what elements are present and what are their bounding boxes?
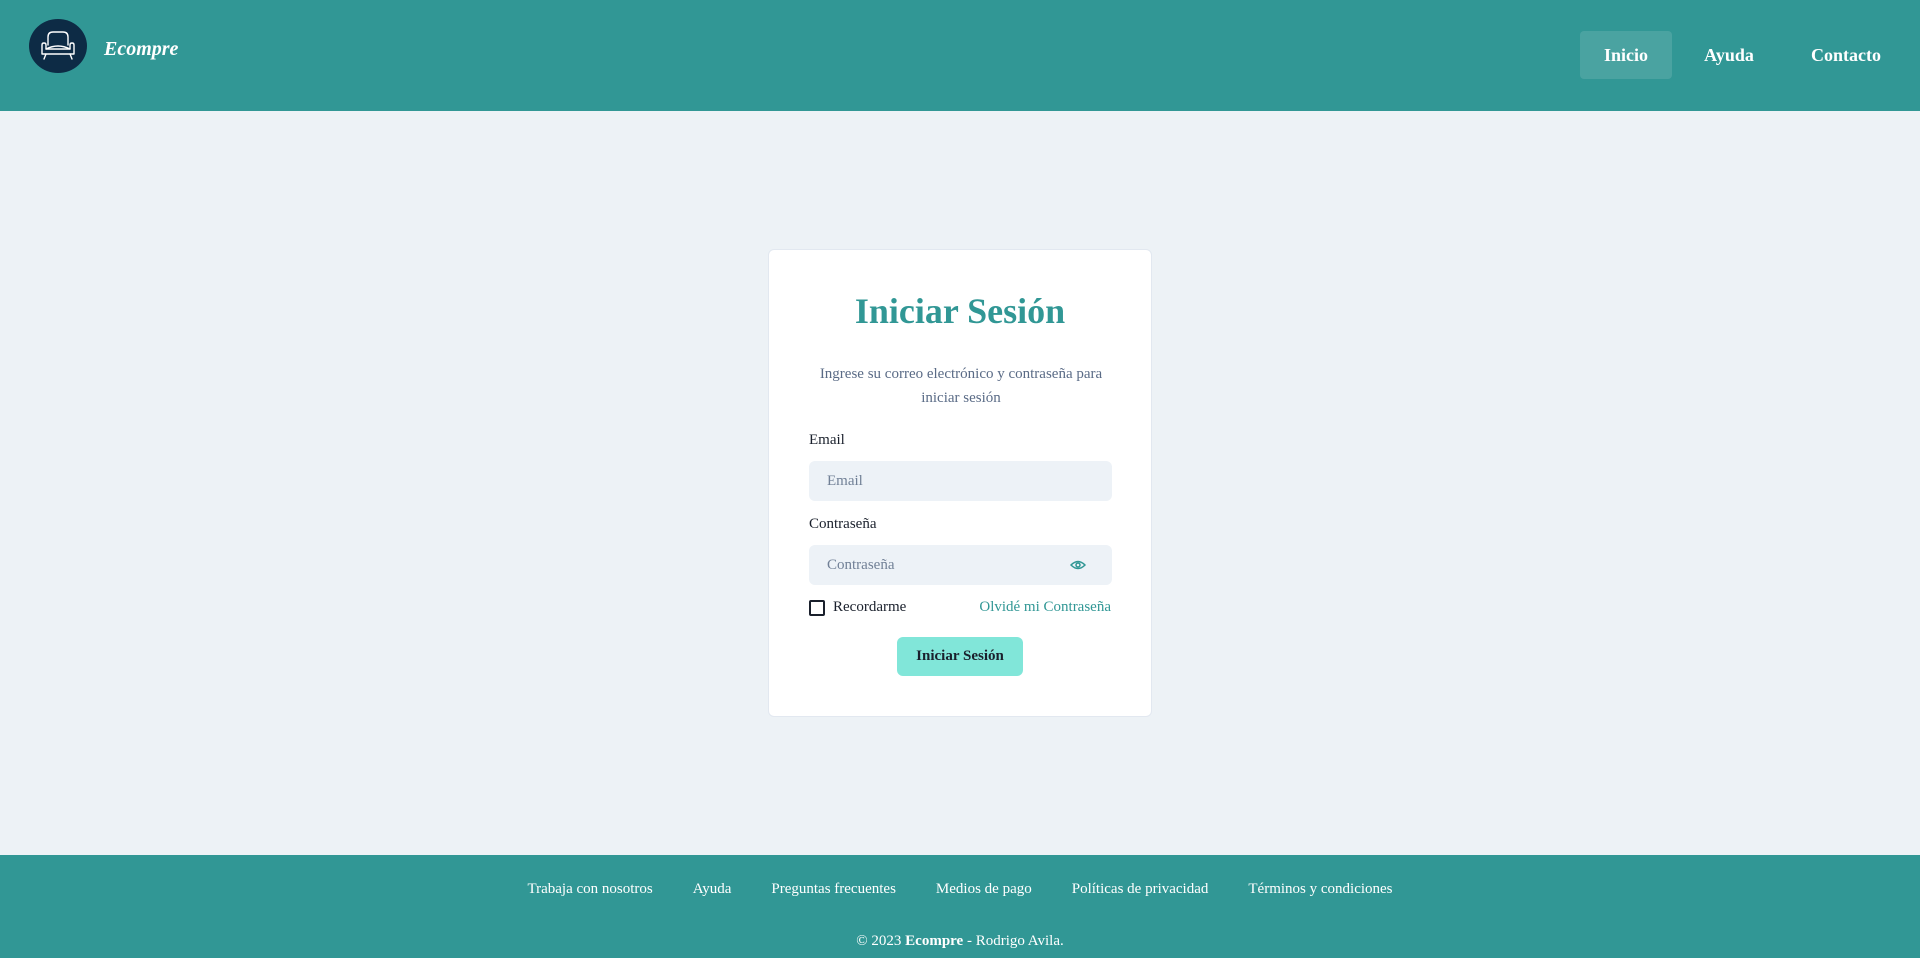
remember-me[interactable]: Recordarme (809, 599, 906, 616)
nav-ayuda[interactable]: Ayuda (1690, 31, 1768, 79)
footer-link-ayuda[interactable]: Ayuda (693, 881, 732, 898)
footer-link-trabaja[interactable]: Trabaja con nosotros (527, 881, 652, 898)
footer-link-privacidad[interactable]: Políticas de privacidad (1072, 881, 1209, 898)
footer-links: Trabaja con nosotros Ayuda Preguntas fre… (0, 881, 1920, 898)
email-label: Email (809, 432, 845, 448)
nav-contacto[interactable]: Contacto (1796, 31, 1896, 79)
password-label: Contraseña (809, 516, 877, 532)
copyright-prefix: © 2023 (856, 933, 902, 949)
login-submit-button[interactable]: Iniciar Sesión (897, 637, 1023, 676)
login-subtitle: Ingrese su correo electrónico y contrase… (819, 366, 1103, 406)
copyright-brand: Ecompre (905, 933, 964, 949)
remember-checkbox[interactable] (809, 599, 825, 616)
footer-link-terminos[interactable]: Términos y condiciones (1248, 881, 1392, 898)
remember-label: Recordarme (833, 599, 907, 615)
copyright-suffix: - Rodrigo Avila. (966, 933, 1064, 949)
nav-inicio[interactable]: Inicio (1580, 31, 1672, 79)
forgot-password-link[interactable]: Olvidé mi Contraseña (979, 599, 1111, 616)
login-card: Iniciar Sesión Ingrese su correo electró… (768, 249, 1152, 717)
login-title: Iniciar Sesión (854, 291, 1066, 331)
eye-icon[interactable] (1070, 557, 1086, 573)
armchair-icon[interactable] (29, 19, 87, 73)
footer: Trabaja con nosotros Ayuda Preguntas fre… (0, 855, 1920, 958)
footer-link-medios-pago[interactable]: Medios de pago (936, 881, 1032, 898)
brand-name[interactable]: Ecompre (104, 38, 178, 61)
copyright: © 2023 Ecompre - Rodrigo Avila. (0, 933, 1920, 950)
top-navbar: Ecompre Inicio Ayuda Contacto (0, 0, 1920, 111)
password-field[interactable] (809, 545, 1112, 585)
email-field[interactable] (809, 461, 1112, 501)
footer-link-faq[interactable]: Preguntas frecuentes (771, 881, 896, 898)
